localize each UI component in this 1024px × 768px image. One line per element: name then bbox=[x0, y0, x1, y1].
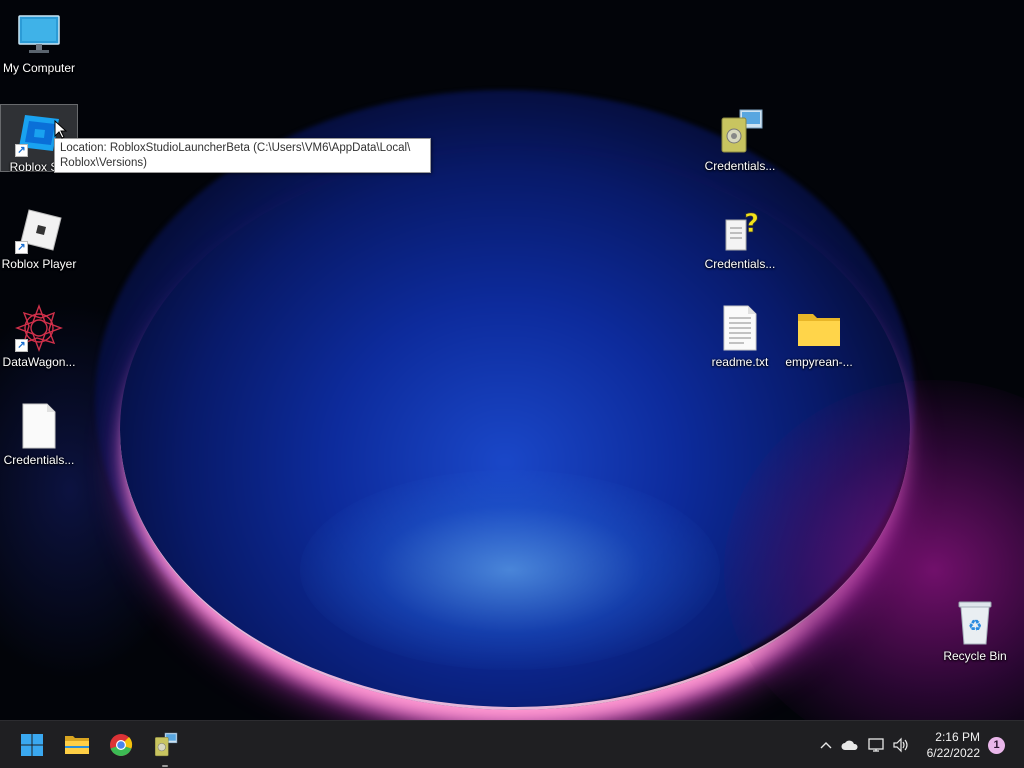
icon-label: Roblox Player bbox=[1, 257, 77, 271]
mouse-cursor-icon bbox=[54, 120, 68, 139]
tooltip-line-2: Roblox\Versions) bbox=[60, 157, 147, 169]
icon-label: Credentials... bbox=[704, 257, 776, 271]
credentials-app-icon bbox=[154, 732, 178, 757]
tray-volume[interactable] bbox=[891, 721, 911, 768]
icon-label: Credentials... bbox=[704, 159, 776, 173]
desktop-icon-recycle-bin[interactable]: ♻ Recycle Bin bbox=[936, 594, 1014, 663]
file-explorer-icon bbox=[65, 736, 89, 754]
running-indicator bbox=[162, 765, 168, 767]
chevron-up-icon bbox=[820, 742, 832, 749]
shortcut-arrow-icon: ↗ bbox=[15, 339, 28, 352]
desktop-icon-datawagon[interactable]: ↗ DataWagon... bbox=[0, 300, 78, 369]
desktop-icon-credentials-app[interactable]: Credentials... bbox=[701, 104, 779, 173]
clock-time: 2:16 PM bbox=[935, 730, 980, 744]
desktop-icon-empyrean-folder[interactable]: empyrean-... bbox=[780, 300, 858, 369]
clock-date: 6/22/2022 bbox=[926, 746, 980, 760]
taskbar-file-explorer[interactable] bbox=[59, 729, 95, 761]
desktop-icon-credentials-help[interactable]: ? Credentials... bbox=[701, 202, 779, 271]
desktop-icon-roblox-player[interactable]: ↗ Roblox Player bbox=[0, 202, 78, 271]
desktop-icon-readme[interactable]: readme.txt bbox=[701, 300, 779, 369]
icon-label: My Computer bbox=[2, 61, 76, 75]
icon-label: DataWagon... bbox=[2, 355, 76, 369]
tooltip-line-1: Location: RobloxStudioLauncherBeta (C:\U… bbox=[60, 142, 411, 154]
folder-icon bbox=[795, 304, 843, 352]
desktop-icon-my-computer[interactable]: My Computer bbox=[0, 6, 78, 75]
shortcut-arrow-icon: ↗ bbox=[15, 241, 28, 254]
tray-network[interactable] bbox=[867, 721, 887, 768]
network-icon bbox=[868, 738, 884, 752]
location-tooltip: Location: RobloxStudioLauncherBeta (C:\U… bbox=[54, 138, 431, 173]
speaker-icon bbox=[893, 737, 908, 753]
tray-onedrive[interactable] bbox=[840, 721, 860, 768]
credentials-app-icon bbox=[716, 108, 764, 156]
datawagon-icon: ↗ bbox=[15, 304, 63, 352]
notification-badge[interactable]: 1 bbox=[988, 737, 1005, 754]
svg-text:?: ? bbox=[744, 209, 759, 239]
blank-file-icon bbox=[15, 402, 63, 450]
chrome-icon bbox=[110, 734, 133, 756]
shortcut-arrow-icon: ↗ bbox=[15, 144, 28, 157]
text-file-icon bbox=[716, 304, 764, 352]
tray-overflow-chevron[interactable] bbox=[816, 721, 836, 768]
taskbar-chrome[interactable] bbox=[103, 729, 139, 761]
icon-label: Recycle Bin bbox=[943, 649, 1007, 663]
start-icon bbox=[21, 734, 43, 756]
start-button[interactable] bbox=[14, 729, 50, 761]
roblox-player-icon: ↗ bbox=[15, 206, 63, 254]
cloud-icon bbox=[841, 740, 858, 750]
svg-text:♻: ♻ bbox=[968, 616, 982, 635]
recycle-bin-icon: ♻ bbox=[951, 598, 999, 646]
taskbar: 2:16 PM 6/22/2022 1 bbox=[0, 720, 1024, 768]
icon-label: empyrean-... bbox=[785, 355, 853, 369]
icon-label: readme.txt bbox=[711, 355, 769, 369]
desktop-icon-credentials-file[interactable]: Credentials... bbox=[0, 398, 78, 467]
desktop-wallpaper bbox=[0, 0, 1024, 720]
icon-label: Credentials... bbox=[3, 453, 75, 467]
taskbar-clock[interactable]: 2:16 PM 6/22/2022 bbox=[927, 729, 980, 761]
help-file-icon: ? bbox=[716, 206, 764, 254]
monitor-icon bbox=[15, 10, 63, 58]
taskbar-credentials-app[interactable] bbox=[147, 729, 183, 761]
